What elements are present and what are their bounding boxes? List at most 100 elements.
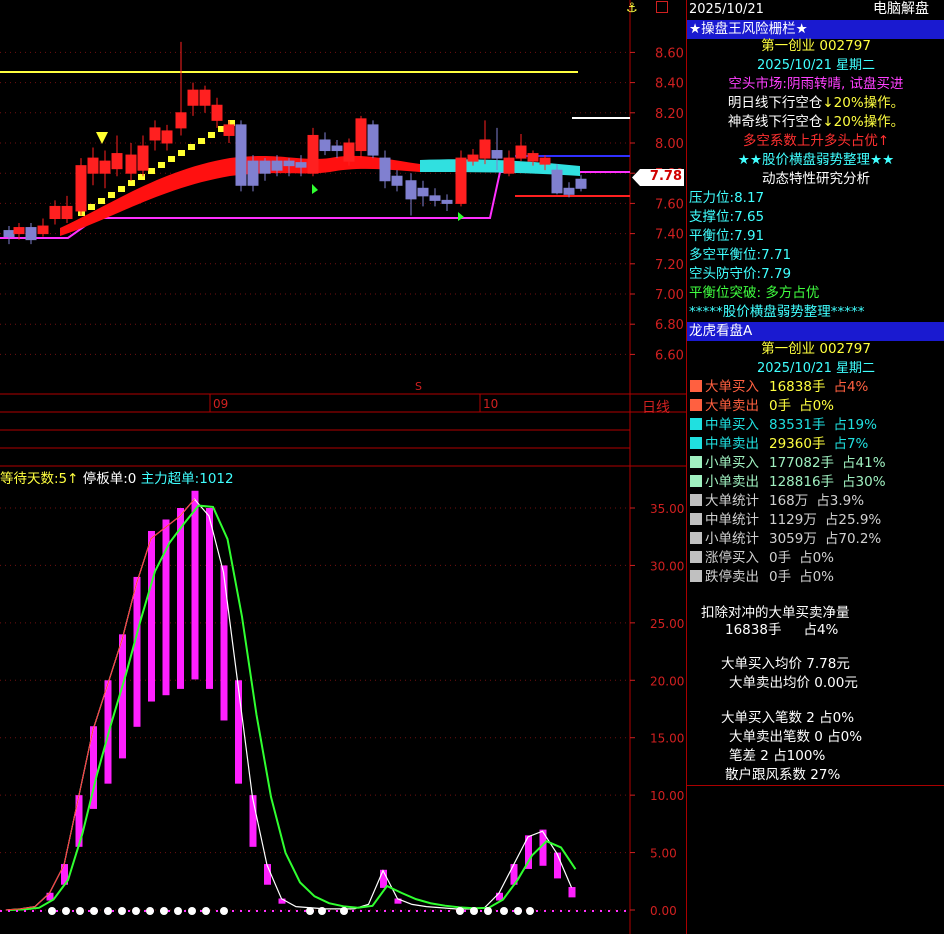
row-pct: 占0% — [799, 398, 835, 414]
candle-body — [3, 230, 15, 238]
price-tick-label: 7.20 — [655, 258, 684, 273]
row-value: 128816手 — [769, 474, 835, 490]
candle-body — [125, 154, 137, 174]
yellow-step-mark — [138, 174, 145, 180]
anchor-icon[interactable]: ⚓ — [626, 1, 638, 16]
panel1-line2-b: ↓20%操作。 — [822, 95, 905, 111]
candle-body — [551, 169, 563, 194]
signal-dot — [188, 907, 196, 915]
signal-dot — [484, 907, 492, 915]
yellow-step-mark — [168, 156, 175, 162]
candle-body — [527, 153, 539, 162]
order-row: 小单统计 3059万 占70.2% — [687, 530, 944, 549]
price-tick-label: 6.80 — [655, 318, 684, 333]
candle-body — [87, 157, 99, 174]
candle-body — [417, 187, 429, 197]
s-marker: S — [415, 380, 422, 393]
row-value: 16838手 — [769, 379, 826, 395]
panel1-line3-a: 神奇线下行空仓 — [727, 114, 823, 130]
order-row: 中单统计 1129万 占25.9% — [687, 511, 944, 530]
ind-tick-label: 20.00 — [650, 674, 684, 688]
signal-dot — [202, 907, 210, 915]
row-color-swatch — [690, 456, 702, 468]
yellow-step-mark — [88, 204, 95, 210]
panel1-stock: 第一创业 002797 — [761, 38, 871, 54]
candle-body — [187, 89, 199, 106]
signal-dot — [118, 907, 126, 915]
candle-body — [429, 195, 441, 201]
panel1-line5: ★★股价横盘弱势整理★★ — [687, 151, 944, 170]
panel1-footer: *****股价横盘弱势整理***** — [689, 304, 865, 320]
order-row: 跌停卖出 0手 占0% — [687, 568, 944, 587]
candle-body — [515, 145, 527, 159]
indicator-bar — [235, 680, 242, 784]
candle-body — [295, 162, 307, 168]
candle-body — [331, 145, 343, 152]
chart-area[interactable]: 8.608.408.208.007.807.607.407.207.006.80… — [0, 0, 686, 934]
candle-body — [343, 142, 355, 162]
order-row: 大单买入 16838手 占4% — [687, 378, 944, 397]
candle-body — [137, 145, 149, 171]
candle-body — [367, 124, 379, 156]
signal-dot — [90, 907, 98, 915]
candle-body — [75, 165, 87, 212]
row-pct: 占4% — [833, 379, 869, 395]
row-pct: 占25.9% — [824, 512, 882, 528]
row-label: 小单买入 — [705, 455, 759, 471]
row-color-swatch — [690, 494, 702, 506]
current-price-tag: 7.78 — [632, 169, 684, 186]
panel2-date: 2025/10/21 星期二 — [756, 361, 876, 376]
top-mode[interactable]: 电脑解盘 — [873, 0, 929, 19]
period-label[interactable]: 日线 — [642, 397, 670, 417]
candle-body — [479, 139, 491, 159]
count-sell: 大单卖出笔数 0 占0% — [729, 729, 863, 745]
signal-dot — [220, 907, 228, 915]
row-pct: 占0% — [799, 569, 835, 585]
row-label: 中单卖出 — [705, 436, 759, 452]
signal-dot — [340, 907, 348, 915]
price-tick-label: 7.40 — [655, 228, 684, 243]
row-pct: 占70.2% — [824, 531, 882, 547]
panel1-line1: 空头市场:阴雨转晴, 试盘买进 — [728, 76, 904, 92]
yellow-step-mark — [98, 198, 105, 204]
row-value: 0手 — [769, 569, 792, 585]
stat-support-label: 支撑位: — [689, 209, 735, 225]
signal-dot — [160, 907, 168, 915]
row-color-swatch — [690, 399, 702, 411]
order-row: 小单卖出 128816手 占30% — [687, 473, 944, 492]
buy-arrow — [312, 184, 318, 194]
order-row: 大单统计 168万 占3.9% — [687, 492, 944, 511]
candle-body — [161, 130, 173, 144]
candle-body — [319, 139, 331, 152]
candle-body — [199, 89, 211, 106]
lock-icon[interactable] — [656, 1, 668, 13]
indicator-bar — [554, 852, 561, 879]
yellow-step-mark — [128, 180, 135, 186]
yellow-step-mark — [118, 186, 125, 192]
stat-bull-bear-label: 多空平衡位: — [689, 247, 762, 263]
row-pct: 占0% — [799, 550, 835, 566]
row-label: 大单统计 — [705, 493, 759, 509]
count-buy: 大单买入笔数 2 占0% — [721, 710, 855, 726]
row-value: 0手 — [769, 550, 792, 566]
panel-divider — [687, 785, 944, 786]
candle-body — [563, 187, 575, 195]
panel1-line6: 动态特性研究分析 — [762, 171, 870, 187]
avg-sell: 大单卖出均价 0.00元 — [729, 675, 858, 691]
candle-body — [575, 178, 587, 189]
price-tick-label: 6.60 — [655, 348, 684, 363]
candle-body — [355, 118, 367, 152]
side-panel: 2025/10/21 电脑解盘 ★操盘王风险栅栏★ 第一创业 002797 20… — [686, 0, 944, 934]
candle-body — [175, 112, 187, 129]
avg-buy: 大单买入均价 7.78元 — [721, 656, 850, 672]
row-color-swatch — [690, 570, 702, 582]
signal-dot — [48, 907, 56, 915]
legend-wait-days: 等待天数:5 — [0, 471, 68, 487]
signal-dot — [146, 907, 154, 915]
stat-balance-label: 平衡位: — [689, 228, 735, 244]
row-label: 涨停买入 — [705, 550, 759, 566]
panel2-title[interactable]: 龙虎看盘A — [687, 322, 944, 341]
legend-arrow: ↑ — [67, 471, 79, 487]
candle-body — [25, 227, 37, 241]
candle-body — [61, 205, 73, 219]
